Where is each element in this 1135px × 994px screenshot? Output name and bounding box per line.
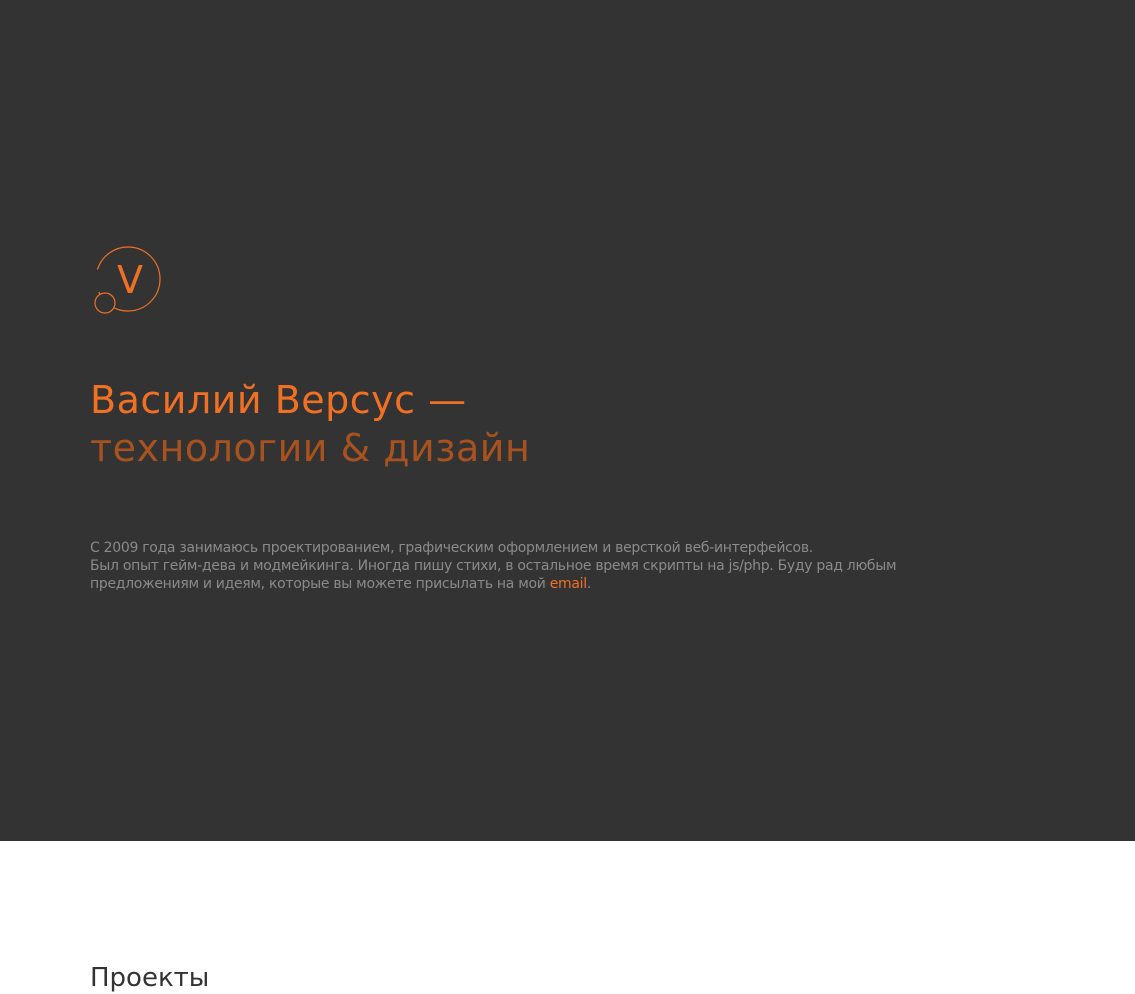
logo-letter: V [117,258,143,302]
bio-line-punct: . [586,576,591,592]
hero-section: V Василий Версус — технологии & дизайн С… [0,0,1135,841]
logo-icon: V [94,246,161,314]
title-tagline: технологии & дизайн [90,426,531,470]
title-name: Василий Версус — [90,378,467,422]
page-title: Василий Версус — технологии & дизайн [90,376,530,472]
bio-line: С 2009 года занимаюсь проектированием, г… [90,540,813,556]
bio-line: предложениям и идеям, которые вы можете … [90,575,1010,593]
email-link[interactable]: email [550,576,587,592]
bio-line: Был опыт гейм-дева и модмейкинга. Иногда… [90,558,897,574]
bio-line-text: предложениям и идеям, которые вы можете … [90,576,550,592]
bio-text: С 2009 года занимаюсь проектированием, г… [90,539,1010,593]
projects-heading: Проекты [90,963,210,993]
